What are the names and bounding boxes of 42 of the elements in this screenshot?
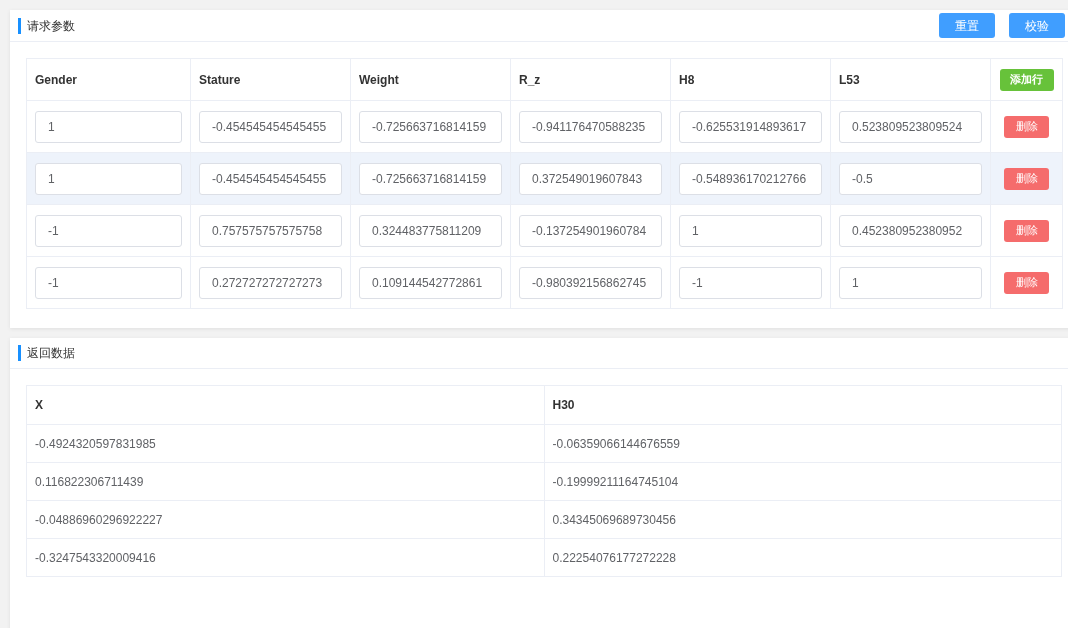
input-field[interactable]: -0.454545454545455 (199, 110, 342, 143)
input-field[interactable]: -0.725663716814159 (359, 110, 502, 143)
input-field[interactable]: -0.454545454545455 (199, 162, 342, 195)
input-field[interactable]: -0.548936170212766 (679, 162, 822, 195)
table-cell: 0.34345069689730456 (552, 512, 676, 527)
input-field[interactable]: 0.324483775811209 (359, 214, 502, 247)
column-header: Weight (359, 72, 399, 87)
table-cell: 0.116822306711439 (35, 474, 144, 489)
input-field[interactable]: 1 (839, 266, 982, 299)
column-header: H8 (679, 72, 695, 87)
input-field[interactable]: 1 (35, 110, 182, 143)
input-field[interactable]: -0.980392156862745 (519, 266, 662, 299)
input-field[interactable]: -0.725663716814159 (359, 162, 502, 195)
input-field[interactable]: 0.452380952380952 (839, 214, 982, 247)
input-field[interactable]: -1 (35, 266, 182, 299)
input-field[interactable]: 0.109144542772861 (359, 266, 502, 299)
table-cell: -0.4924320597831985 (35, 436, 156, 451)
input-field[interactable]: 1 (679, 214, 822, 247)
input-field[interactable]: 1 (35, 162, 182, 195)
table-cell: 0.22254076177272228 (552, 550, 676, 565)
table-cell: -0.06359066144676559 (552, 436, 680, 451)
input-field[interactable]: -0.625531914893617 (679, 110, 822, 143)
column-header: L53 (839, 72, 860, 87)
input-field[interactable]: 0.757575757575758 (199, 214, 342, 247)
column-header: X (35, 398, 43, 412)
input-field[interactable]: -0.5 (839, 162, 982, 195)
column-header: H30 (552, 398, 575, 412)
input-field[interactable]: -0.137254901960784 (519, 214, 662, 247)
table-cell: -0.19999211164745104 (552, 474, 679, 489)
input-field[interactable]: -1 (679, 266, 822, 299)
table-cell: -0.04886960296922227 (35, 512, 163, 527)
column-header: Stature (199, 72, 241, 87)
table-cell: -0.3247543320009416 (35, 550, 156, 565)
column-header: R_z (519, 72, 541, 87)
panel-title: 返回数据 (27, 345, 75, 362)
input-field[interactable]: 0.523809523809524 (839, 110, 982, 143)
input-field[interactable]: 0.372549019607843 (519, 162, 662, 195)
panel-title: 请求参数 (27, 17, 75, 35)
input-field[interactable]: 0.272727272727273 (199, 266, 342, 299)
column-header: Gender (35, 72, 77, 87)
input-field[interactable]: -0.941176470588235 (519, 110, 662, 143)
input-field[interactable]: -1 (35, 214, 182, 247)
